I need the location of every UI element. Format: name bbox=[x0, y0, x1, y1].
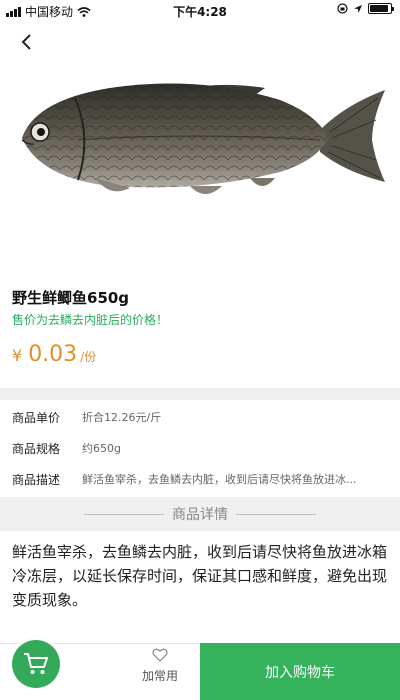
attr-row-description: 商品描述 鲜活鱼宰杀，去鱼鳞去内脏，收到后请尽快将鱼放进冰... bbox=[12, 464, 388, 494]
attr-row-spec: 商品规格 约650g bbox=[12, 433, 388, 463]
section-divider bbox=[0, 388, 400, 400]
attr-value: 鲜活鱼宰杀，去鱼鳞去内脏，收到后请尽快将鱼放进冰... bbox=[82, 473, 357, 486]
price-currency: ¥ bbox=[12, 346, 23, 365]
add-to-cart-button[interactable]: 加入购物车 bbox=[200, 643, 400, 700]
divider-line bbox=[236, 513, 316, 515]
price-value: 0.03 bbox=[28, 342, 78, 367]
chevron-left-icon bbox=[21, 34, 31, 50]
cart-button[interactable] bbox=[12, 640, 60, 688]
attr-row-unit-price: 商品单价 折合12.26元/斤 bbox=[12, 402, 388, 432]
heart-icon bbox=[152, 648, 168, 662]
price: ¥ 0.03 /份 bbox=[12, 342, 96, 367]
attr-label: 商品规格 bbox=[12, 441, 61, 456]
status-bar: 中国移动 下午4:28 bbox=[0, 0, 400, 20]
detail-text: 鲜活鱼宰杀，去鱼鳞去内脏，收到后请尽快将鱼放进冰箱冷冻层，以延长保存时间，保证其… bbox=[12, 543, 388, 609]
orientation-lock-icon bbox=[337, 3, 348, 14]
back-button[interactable] bbox=[12, 28, 40, 56]
product-image bbox=[21, 83, 385, 194]
price-unit: /份 bbox=[80, 350, 97, 364]
price-note: 售价为去鳞去内脏后的价格！ bbox=[12, 313, 169, 327]
attr-value: 约650g bbox=[82, 442, 121, 455]
attr-label: 商品单价 bbox=[12, 410, 61, 425]
cart-icon bbox=[24, 653, 48, 674]
attr-label: 商品描述 bbox=[12, 472, 61, 487]
attr-value: 折合12.26元/斤 bbox=[82, 411, 162, 424]
location-icon bbox=[354, 4, 362, 13]
add-favorite-button[interactable]: 加常用 bbox=[120, 648, 200, 696]
detail-heading-label: 商品详情 bbox=[172, 507, 228, 523]
product-title: 野生鲜鲫鱼650g bbox=[12, 289, 130, 307]
divider-line bbox=[84, 513, 164, 515]
add-favorite-label: 加常用 bbox=[141, 669, 178, 683]
battery-icon bbox=[368, 3, 394, 14]
detail-heading: 商品详情 bbox=[0, 497, 400, 531]
